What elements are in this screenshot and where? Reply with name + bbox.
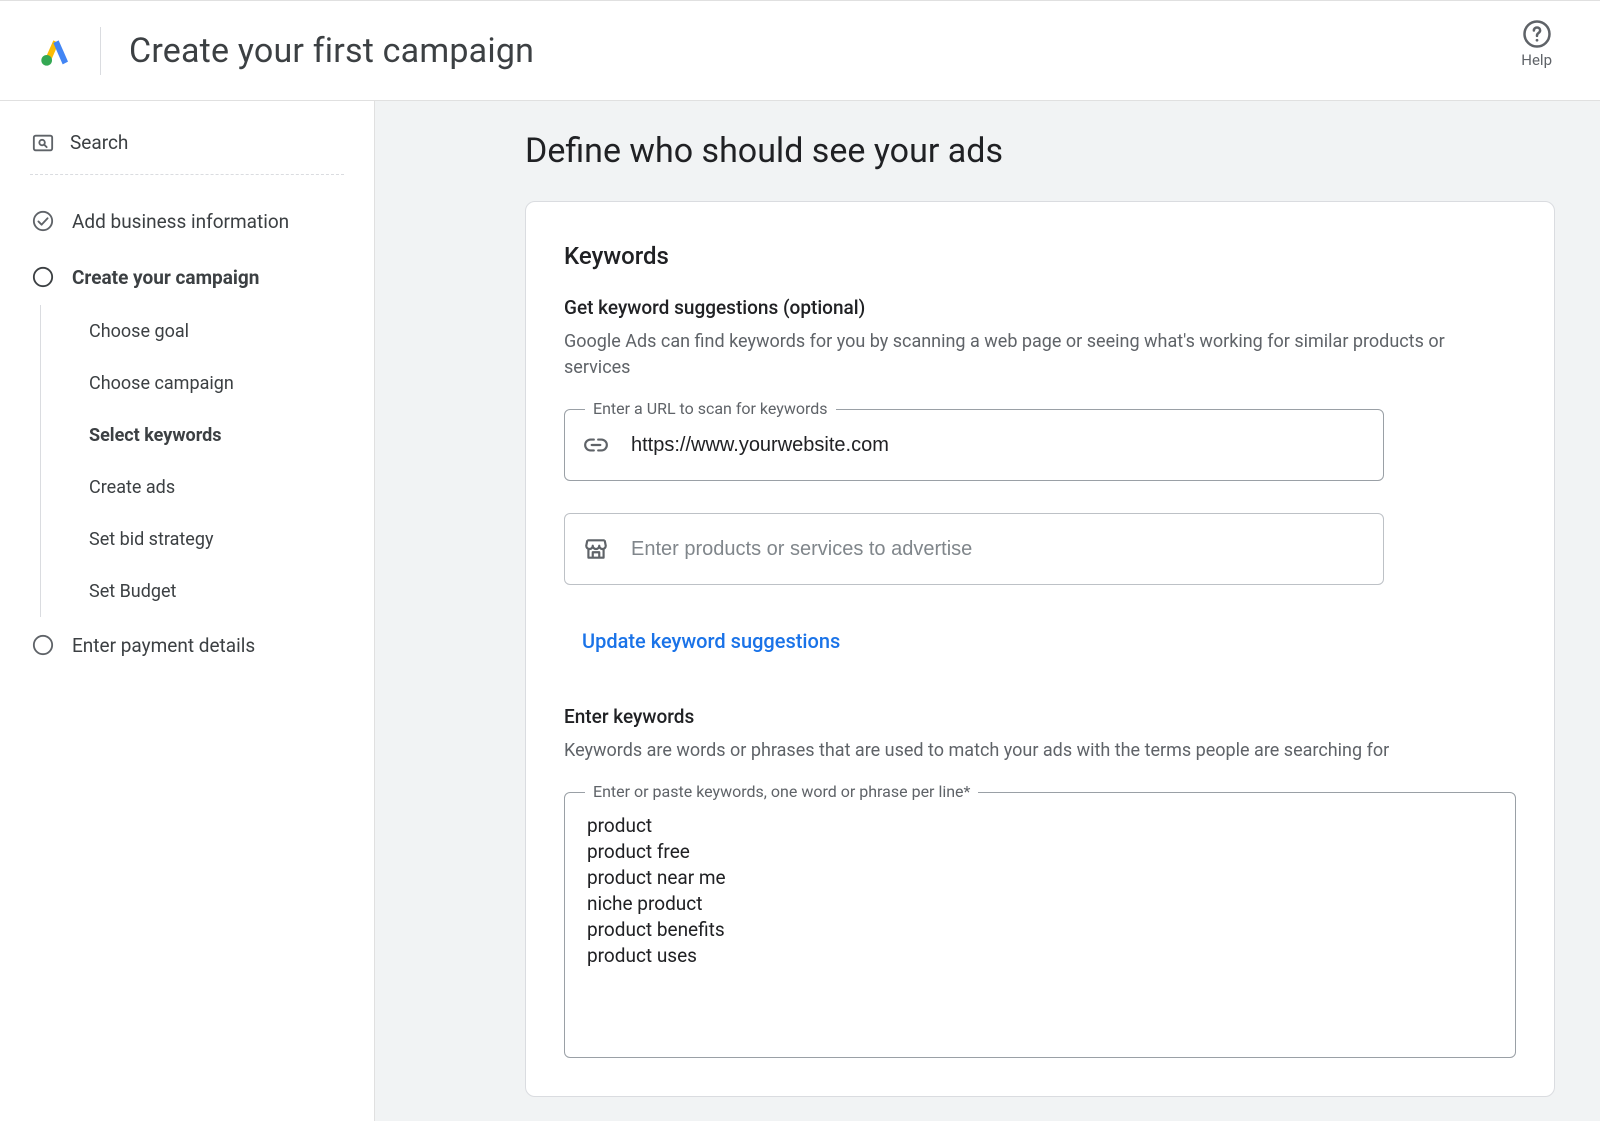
products-field[interactable] [564, 513, 1384, 585]
sidebar-sub-label: Choose campaign [89, 373, 234, 394]
sidebar-sub-set-bid-strategy[interactable]: Set bid strategy [89, 513, 374, 565]
sidebar-sub-choose-goal[interactable]: Choose goal [89, 305, 374, 357]
help-button[interactable]: Help [1521, 19, 1552, 69]
radio-empty-icon [32, 634, 54, 656]
sidebar-sub-set-budget[interactable]: Set Budget [89, 565, 374, 617]
sidebar-sub-label: Choose goal [89, 321, 189, 342]
link-icon [583, 432, 609, 458]
google-ads-logo-icon [40, 35, 72, 67]
suggestions-desc: Google Ads can find keywords for you by … [564, 329, 1504, 381]
sidebar-search[interactable]: Search [30, 131, 344, 175]
sidebar-search-label: Search [70, 131, 128, 154]
help-label: Help [1521, 51, 1552, 69]
main-content: Define who should see your ads Keywords … [375, 101, 1600, 1121]
keywords-float-label: Enter or paste keywords, one word or phr… [585, 782, 978, 801]
radio-empty-icon [32, 266, 54, 288]
page-search-icon [32, 132, 54, 154]
sidebar-sub-label: Set Budget [89, 581, 176, 602]
storefront-icon [583, 536, 609, 562]
help-icon [1522, 19, 1552, 49]
update-suggestions-link[interactable]: Update keyword suggestions [582, 629, 840, 653]
sidebar: Search Add business information Create y… [0, 101, 375, 1121]
sidebar-sub-label: Select keywords [89, 425, 222, 446]
url-input[interactable] [631, 434, 1365, 457]
enter-keywords-desc: Keywords are words or phrases that are u… [564, 738, 1504, 764]
sidebar-step-payment[interactable]: Enter payment details [0, 617, 374, 673]
sidebar-sub-create-ads[interactable]: Create ads [89, 461, 374, 513]
header-divider [100, 27, 101, 75]
page-header-title: Create your first campaign [129, 31, 534, 71]
sidebar-sub-choose-campaign[interactable]: Choose campaign [89, 357, 374, 409]
url-scan-field[interactable]: Enter a URL to scan for keywords [564, 409, 1384, 481]
content-title: Define who should see your ads [525, 131, 1600, 171]
enter-keywords-heading: Enter keywords [564, 705, 1516, 728]
check-circle-icon [32, 210, 54, 232]
sidebar-step-business-info[interactable]: Add business information [0, 193, 374, 249]
url-float-label: Enter a URL to scan for keywords [585, 399, 836, 418]
sidebar-sub-select-keywords[interactable]: Select keywords [89, 409, 374, 461]
keywords-card: Keywords Get keyword suggestions (option… [525, 201, 1555, 1097]
keywords-textarea[interactable] [587, 813, 1493, 1033]
sidebar-step-label: Add business information [72, 210, 289, 233]
sidebar-step-label: Enter payment details [72, 634, 255, 657]
keywords-field[interactable]: Enter or paste keywords, one word or phr… [564, 792, 1516, 1058]
sidebar-sub-label: Create ads [89, 477, 175, 498]
suggestions-heading: Get keyword suggestions (optional) [564, 296, 1516, 319]
card-section-title: Keywords [564, 242, 1516, 270]
sidebar-sub-label: Set bid strategy [89, 529, 213, 550]
sidebar-step-label: Create your campaign [72, 266, 259, 289]
app-header: Create your first campaign Help [0, 1, 1600, 101]
sidebar-step-create-campaign[interactable]: Create your campaign [0, 249, 374, 305]
products-input[interactable] [631, 538, 1365, 561]
sidebar-substeps: Choose goal Choose campaign Select keywo… [40, 305, 374, 617]
